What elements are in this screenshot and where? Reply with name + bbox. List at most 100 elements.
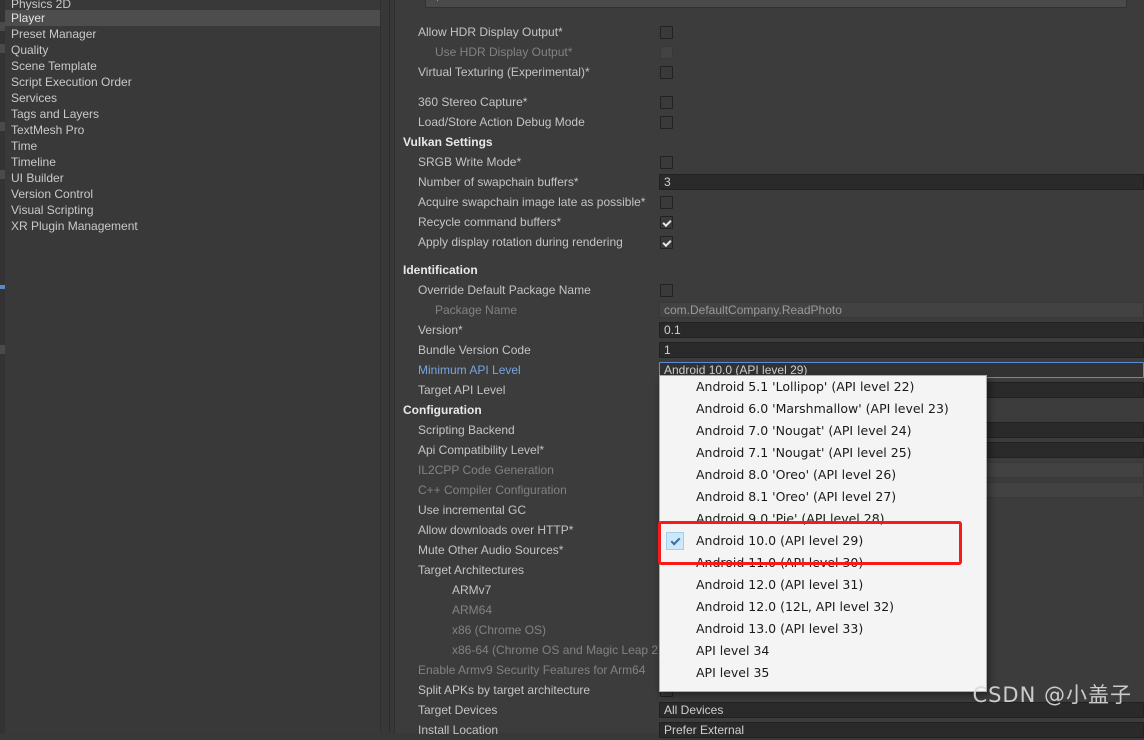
checkbox-srgb-write-mode[interactable]	[660, 156, 673, 169]
setting-row-apply-display-rotation-during-rendering[interactable]: Apply display rotation during rendering	[395, 232, 1144, 252]
checkbox-override-default-package-name[interactable]	[660, 284, 673, 297]
sidebar-item-visual-scripting[interactable]: Visual Scripting	[0, 202, 380, 218]
checkbox-load-store-action-debug-mode[interactable]	[660, 116, 673, 129]
sidebar-item-version-control[interactable]: Version Control	[0, 186, 380, 202]
setting-row-bundle-version-code[interactable]: Bundle Version Code 1	[395, 340, 1144, 360]
setting-label: Package Name	[435, 303, 518, 317]
dropdown-item-label: Android 12.0 (API level 31)	[696, 577, 864, 592]
dropdown-item-label: Android 7.0 'Nougat' (API level 24)	[696, 423, 912, 438]
sidebar-item-label: Preset Manager	[11, 27, 97, 41]
setting-label: Minimum API Level	[418, 363, 521, 377]
dropdown-item[interactable]: Android 8.1 'Oreo' (API level 27)	[660, 486, 986, 508]
setting-label: Apply display rotation during rendering	[418, 235, 623, 249]
setting-row-virtual-texturing-experimental[interactable]: Virtual Texturing (Experimental)*	[395, 62, 1144, 82]
setting-label: Override Default Package Name	[418, 283, 591, 297]
sidebar-item-xr-plugin-management[interactable]: XR Plugin Management	[0, 218, 380, 234]
setting-row-allow-hdr-display-output[interactable]: Allow HDR Display Output*	[395, 22, 1144, 42]
setting-label: C++ Compiler Configuration	[418, 483, 567, 497]
setting-label: SRGB Write Mode*	[418, 155, 522, 169]
sidebar-item-services[interactable]: Services	[0, 90, 380, 106]
dropdown-item[interactable]: Android 12.0 (12L, API level 32)	[660, 596, 986, 618]
field-bundle-version-code[interactable]: 1	[659, 342, 1144, 358]
dropdown-item[interactable]: Android 5.1 'Lollipop' (API level 22)	[660, 376, 986, 398]
sidebar-item-player[interactable]: Player	[0, 10, 380, 26]
field-package-name[interactable]: com.DefaultCompany.ReadPhoto	[659, 302, 1144, 318]
dropdown-item[interactable]: Android 7.1 'Nougat' (API level 25)	[660, 442, 986, 464]
gpu-profiler-helpbox: On OpenGL, Profiler GPU Recorders may di…	[425, 0, 1127, 8]
dropdown-item[interactable]: Android 9.0 'Pie' (API level 28)	[660, 508, 986, 530]
setting-row-use-hdr-display-output[interactable]: Use HDR Display Output*	[395, 42, 1144, 62]
setting-row-version[interactable]: Version* 0.1	[395, 320, 1144, 340]
field-version[interactable]: 0.1	[659, 322, 1144, 338]
dropdown-item[interactable]: Android 10.0 (API level 29)	[660, 530, 986, 552]
section-header-label: Configuration	[403, 403, 482, 417]
dropdown-item[interactable]: Android 6.0 'Marshmallow' (API level 23)	[660, 398, 986, 420]
checkbox-use-hdr-display-output[interactable]	[660, 46, 673, 59]
sidebar-item-label: Visual Scripting	[11, 203, 94, 217]
sidebar-item-scene-template[interactable]: Scene Template	[0, 58, 380, 74]
dropdown-item-label: Android 10.0 (API level 29)	[696, 533, 864, 548]
setting-label: Mute Other Audio Sources*	[418, 543, 564, 557]
minimum-api-level-dropdown[interactable]: Android 5.1 'Lollipop' (API level 22) And…	[659, 375, 987, 692]
setting-row-number-of-swapchain-buffers[interactable]: Number of swapchain buffers* 3	[395, 172, 1144, 192]
checkbox-apply-display-rotation-during-rendering[interactable]	[660, 236, 673, 249]
sidebar-item-list: Physics 2D Player Preset Manager Quality Sce…	[0, 0, 380, 234]
setting-label: Target Devices	[418, 703, 498, 717]
dropdown-item[interactable]: Android 8.0 'Oreo' (API level 26)	[660, 464, 986, 486]
sidebar-item-ui-builder[interactable]: UI Builder	[0, 170, 380, 186]
sidebar-item-preset-manager[interactable]: Preset Manager	[0, 26, 380, 42]
setting-label: Allow downloads over HTTP*	[418, 523, 574, 537]
csdn-watermark: CSDN @小盖子	[972, 683, 1132, 707]
sidebar-item-tags-and-layers[interactable]: Tags and Layers	[0, 106, 380, 122]
setting-label: 360 Stereo Capture*	[418, 95, 528, 109]
info-speech-bubble-icon	[437, 0, 438, 1]
setting-row-override-default-package-name[interactable]: Override Default Package Name	[395, 280, 1144, 300]
sidebar-item-time[interactable]: Time	[0, 138, 380, 154]
dropdown-item[interactable]: Android 11.0 (API level 30)	[660, 552, 986, 574]
setting-label: Number of swapchain buffers*	[418, 175, 579, 189]
sidebar-item-label: Script Execution Order	[11, 75, 132, 89]
sidebar-item-physics-2d[interactable]: Physics 2D	[0, 0, 380, 10]
setting-row-package-name[interactable]: Package Name com.DefaultCompany.ReadPhoto	[395, 300, 1144, 320]
dropdown-item[interactable]: API level 35	[660, 662, 986, 684]
sidebar-item-label: UI Builder	[11, 171, 64, 185]
panel-gap	[381, 0, 389, 733]
check-icon	[666, 532, 684, 550]
setting-label: Version*	[418, 323, 463, 337]
field-number-of-swapchain-buffers[interactable]: 3	[659, 174, 1144, 190]
field-install-location[interactable]: Prefer External	[659, 722, 1144, 738]
dropdown-item-label: Android 11.0 (API level 30)	[696, 555, 864, 570]
dropdown-item[interactable]: Android 7.0 'Nougat' (API level 24)	[660, 420, 986, 442]
dropdown-item[interactable]: Android 12.0 (API level 31)	[660, 574, 986, 596]
sidebar-item-timeline[interactable]: Timeline	[0, 154, 380, 170]
setting-row-360-stereo-capture[interactable]: 360 Stereo Capture*	[395, 92, 1144, 112]
sidebar-item-quality[interactable]: Quality	[0, 42, 380, 58]
setting-row-load-store-action-debug-mode[interactable]: Load/Store Action Debug Mode	[395, 112, 1144, 132]
setting-row-srgb-write-mode[interactable]: SRGB Write Mode*	[395, 152, 1144, 172]
checkbox-recycle-command-buffers[interactable]	[660, 216, 673, 229]
setting-row-install-location[interactable]: Install Location Prefer External	[395, 720, 1144, 740]
setting-row-recycle-command-buffers[interactable]: Recycle command buffers*	[395, 212, 1144, 232]
dropdown-item-label: Android 5.1 'Lollipop' (API level 22)	[696, 379, 915, 394]
setting-label: ARM64	[452, 603, 493, 617]
sidebar-item-script-execution-order[interactable]: Script Execution Order	[0, 74, 380, 90]
sidebar-item-textmesh-pro[interactable]: TextMesh Pro	[0, 122, 380, 138]
setting-row-acquire-swapchain-image-late-as-possible[interactable]: Acquire swapchain image late as possible…	[395, 192, 1144, 212]
sidebar-item-label: Player	[11, 11, 46, 25]
dropdown-item-label: API level 34	[696, 643, 770, 658]
checkbox-virtual-texturing-experimental[interactable]	[660, 66, 673, 79]
checkbox-allow-hdr-display-output[interactable]	[660, 26, 673, 39]
setting-label: Enable Armv9 Security Features for Arm64	[418, 663, 646, 677]
checkbox-acquire-swapchain-image-late-as-possible[interactable]	[660, 196, 673, 209]
dropdown-item[interactable]: Android 13.0 (API level 33)	[660, 618, 986, 640]
setting-label: Use incremental GC	[418, 503, 527, 517]
setting-row-vulkan-settings: Vulkan Settings	[395, 132, 1144, 152]
dropdown-item-label: Android 13.0 (API level 33)	[696, 621, 864, 636]
setting-label: Target Architectures	[418, 563, 525, 577]
dropdown-item[interactable]: API level 34	[660, 640, 986, 662]
section-header-label: Vulkan Settings	[403, 135, 493, 149]
checkbox-360-stereo-capture[interactable]	[660, 96, 673, 109]
setting-label: Split APKs by target architecture	[418, 683, 591, 697]
dropdown-item-label: Android 9.0 'Pie' (API level 28)	[696, 511, 885, 526]
panel-divider-outer	[389, 0, 390, 733]
